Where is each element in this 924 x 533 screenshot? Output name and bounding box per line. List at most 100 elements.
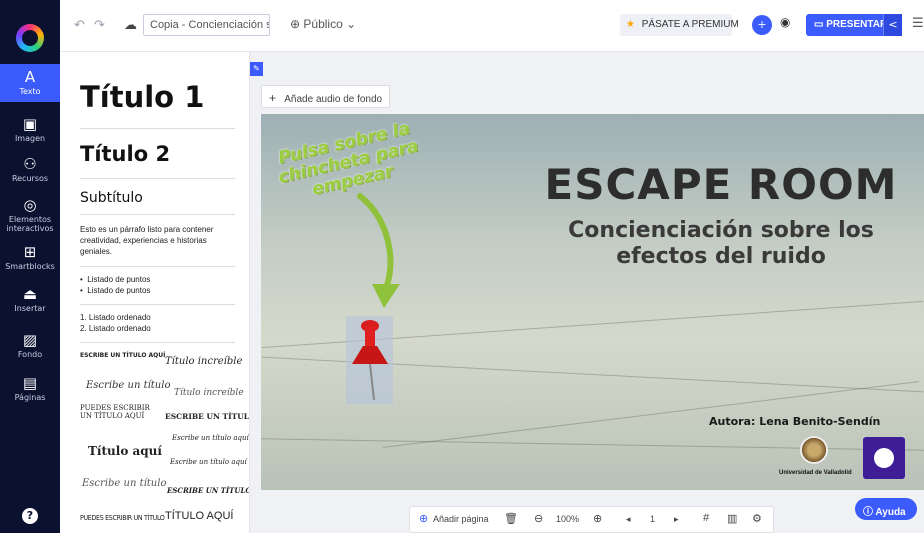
page-number[interactable]: 1 <box>650 514 655 524</box>
bullet-list-style[interactable]: • Listado de puntos • Listado de puntos <box>80 274 150 296</box>
title-template[interactable]: Escribe un título <box>82 478 166 489</box>
add-page-button[interactable]: Añadir página <box>433 514 489 524</box>
previous-page-icon[interactable]: ◂ <box>626 514 631 525</box>
zoom-level: 100% <box>556 514 580 524</box>
resources-icon: ⚇ <box>23 155 37 173</box>
grid-icon[interactable]: # <box>703 512 709 524</box>
present-label: PRESENTAR <box>826 19 888 30</box>
title-template[interactable]: Escribe un título aquí <box>170 458 247 466</box>
text-styles-panel: Título 1 Título 2 Subtítulo Esto es un p… <box>60 52 250 533</box>
sidebar-item-label: Texto <box>19 87 41 96</box>
preview-eye-icon[interactable]: ◉ <box>780 15 790 29</box>
genially-logo[interactable] <box>16 24 44 52</box>
divider <box>80 178 235 179</box>
university-name: Universidad de Valladolid <box>779 470 852 476</box>
sidebar-item-label: Recursos <box>11 174 49 183</box>
sidebar-item-label: Páginas <box>14 393 46 402</box>
globe-icon: ⊕ <box>290 17 301 31</box>
title-template[interactable]: PUEDES ESCRIBIR UN TÍTULO AQUÍ <box>80 404 152 420</box>
layout-icon[interactable]: ▥ <box>727 512 737 525</box>
sidebar-item-label: Insertar <box>14 304 46 313</box>
title-template[interactable]: PUEDES ESCRIBIR UN TÍTULO <box>80 514 165 522</box>
image-icon: ▣ <box>22 115 38 133</box>
add-audio-button[interactable]: + Añade audio de fondo <box>261 85 390 108</box>
zoom-out-icon[interactable]: ⊖ <box>534 512 543 525</box>
help-circle-icon: ⓘ <box>863 507 873 518</box>
top-toolbar: ↶ ↷ ☁ Copia - Concienciación sob... ⊕ Pú… <box>60 0 924 52</box>
sidebar-item-elementos-interactivos[interactable]: ◎ Elementos interactivos <box>0 197 60 233</box>
redo-icon[interactable]: ↷ <box>94 18 105 33</box>
title-template[interactable]: ESCRIBE UN TÍTULO <box>167 486 249 495</box>
sidebar-item-label: Smartblocks <box>5 262 55 271</box>
author-credit: Autora: Lena Benito-Sendín <box>709 415 881 428</box>
green-arrow-icon <box>357 193 400 308</box>
sidebar-item-fondo[interactable]: ▨ Fondo <box>0 332 60 359</box>
add-audio-label: Añade audio de fondo <box>284 94 383 105</box>
sidebar-item-smartblocks[interactable]: ⊞ Smartblocks <box>0 244 60 271</box>
visibility-dropdown[interactable]: ⊕ Público ⌄ <box>290 17 356 31</box>
bullet-text: Listado de puntos <box>87 275 151 284</box>
divider <box>80 304 235 305</box>
present-icon: ▭ <box>814 19 824 30</box>
subtitle-style[interactable]: Subtítulo <box>80 190 143 206</box>
divider <box>80 214 235 215</box>
help-icon[interactable]: ? <box>22 508 38 524</box>
divider <box>80 266 235 267</box>
sidebar-item-label: Fondo <box>17 350 43 359</box>
add-collaborator-icon[interactable]: + <box>752 15 772 35</box>
title-template[interactable]: Título increíble <box>174 388 244 398</box>
zoom-in-icon[interactable]: ⊕ <box>593 512 602 525</box>
title-template[interactable]: TÍTULO AQUÍ <box>165 510 233 522</box>
slide-title: ESCAPE ROOM <box>544 160 898 209</box>
sidebar-item-recursos[interactable]: ⚇ Recursos <box>0 156 60 183</box>
title-template[interactable]: Escribe un título <box>86 380 170 391</box>
share-icon[interactable]: < <box>883 14 902 36</box>
heading-2-style[interactable]: Título 2 <box>80 142 170 166</box>
title-template[interactable]: Título aquí <box>88 444 162 458</box>
university-seal-icon <box>800 436 828 464</box>
bullet-item: • Listado de puntos <box>80 275 151 284</box>
pin-icon[interactable]: ✎ <box>250 62 263 76</box>
bullet-text: Listado de puntos <box>87 286 151 295</box>
help-button[interactable]: ⓘ Ayuda <box>855 498 917 520</box>
premium-button[interactable]: ★ PÁSATE A PREMIUM <box>620 14 739 36</box>
slide-canvas[interactable]: Pulsa sobre la chincheta para empezar ES… <box>261 114 924 490</box>
help-label: Ayuda <box>875 507 906 518</box>
ordered-item: 2. Listado ordenado <box>80 324 151 333</box>
menu-icon[interactable]: ☰ <box>912 16 924 31</box>
sidebar-item-paginas[interactable]: ▤ Páginas <box>0 375 60 402</box>
title-template[interactable]: ESCRIBE UN TÍTULO AQUÍ <box>80 352 165 359</box>
pushpin-icon <box>352 320 388 401</box>
settings-icon[interactable]: ⚙ <box>752 512 762 525</box>
add-circle-icon[interactable]: ⊕ <box>419 512 428 525</box>
pages-icon: ▤ <box>22 374 38 392</box>
plus-icon: + <box>269 91 277 105</box>
sidebar-item-label: Imagen <box>14 134 46 143</box>
interactive-icon: ◎ <box>23 196 37 214</box>
divider <box>80 128 235 129</box>
premium-label: PÁSATE A PREMIUM <box>641 19 739 30</box>
sidebar-item-insertar[interactable]: ⏏ Insertar <box>0 286 60 313</box>
paragraph-style[interactable]: Esto es un párrafo listo para contener c… <box>80 224 230 257</box>
next-page-icon[interactable]: ▸ <box>674 514 679 525</box>
bullet-item: • Listado de puntos <box>80 286 151 295</box>
ordered-list-style[interactable]: 1. Listado ordenado 2. Listado ordenado <box>80 312 151 334</box>
pushpin-button[interactable] <box>346 316 393 404</box>
sidebar-item-label: Elementos interactivos <box>6 215 54 233</box>
text-icon: A <box>24 68 36 86</box>
insert-icon: ⏏ <box>22 285 38 303</box>
bottom-toolbar: ⊕ Añadir página 🗑 ⊖ 100% ⊕ ◂ 1 ▸ # ▥ ⚙ <box>409 506 774 533</box>
trash-icon[interactable]: 🗑 <box>504 512 518 525</box>
sidebar-item-texto[interactable]: A Texto <box>0 64 60 102</box>
undo-icon[interactable]: ↶ <box>74 18 85 33</box>
project-title-input[interactable]: Copia - Concienciación sob... <box>143 14 270 36</box>
visibility-label: Público <box>303 17 343 31</box>
heading-1-style[interactable]: Título 1 <box>80 80 204 114</box>
chevron-down-icon: ⌄ <box>346 17 357 31</box>
title-template[interactable]: Escribe un título aquí <box>172 434 249 442</box>
background-icon: ▨ <box>22 331 38 349</box>
title-template[interactable]: Título increíble <box>165 356 242 367</box>
title-template[interactable]: ESCRIBE UN TÍTULO <box>165 412 249 421</box>
sidebar-item-imagen[interactable]: ▣ Imagen <box>0 116 60 143</box>
divider <box>80 342 235 343</box>
